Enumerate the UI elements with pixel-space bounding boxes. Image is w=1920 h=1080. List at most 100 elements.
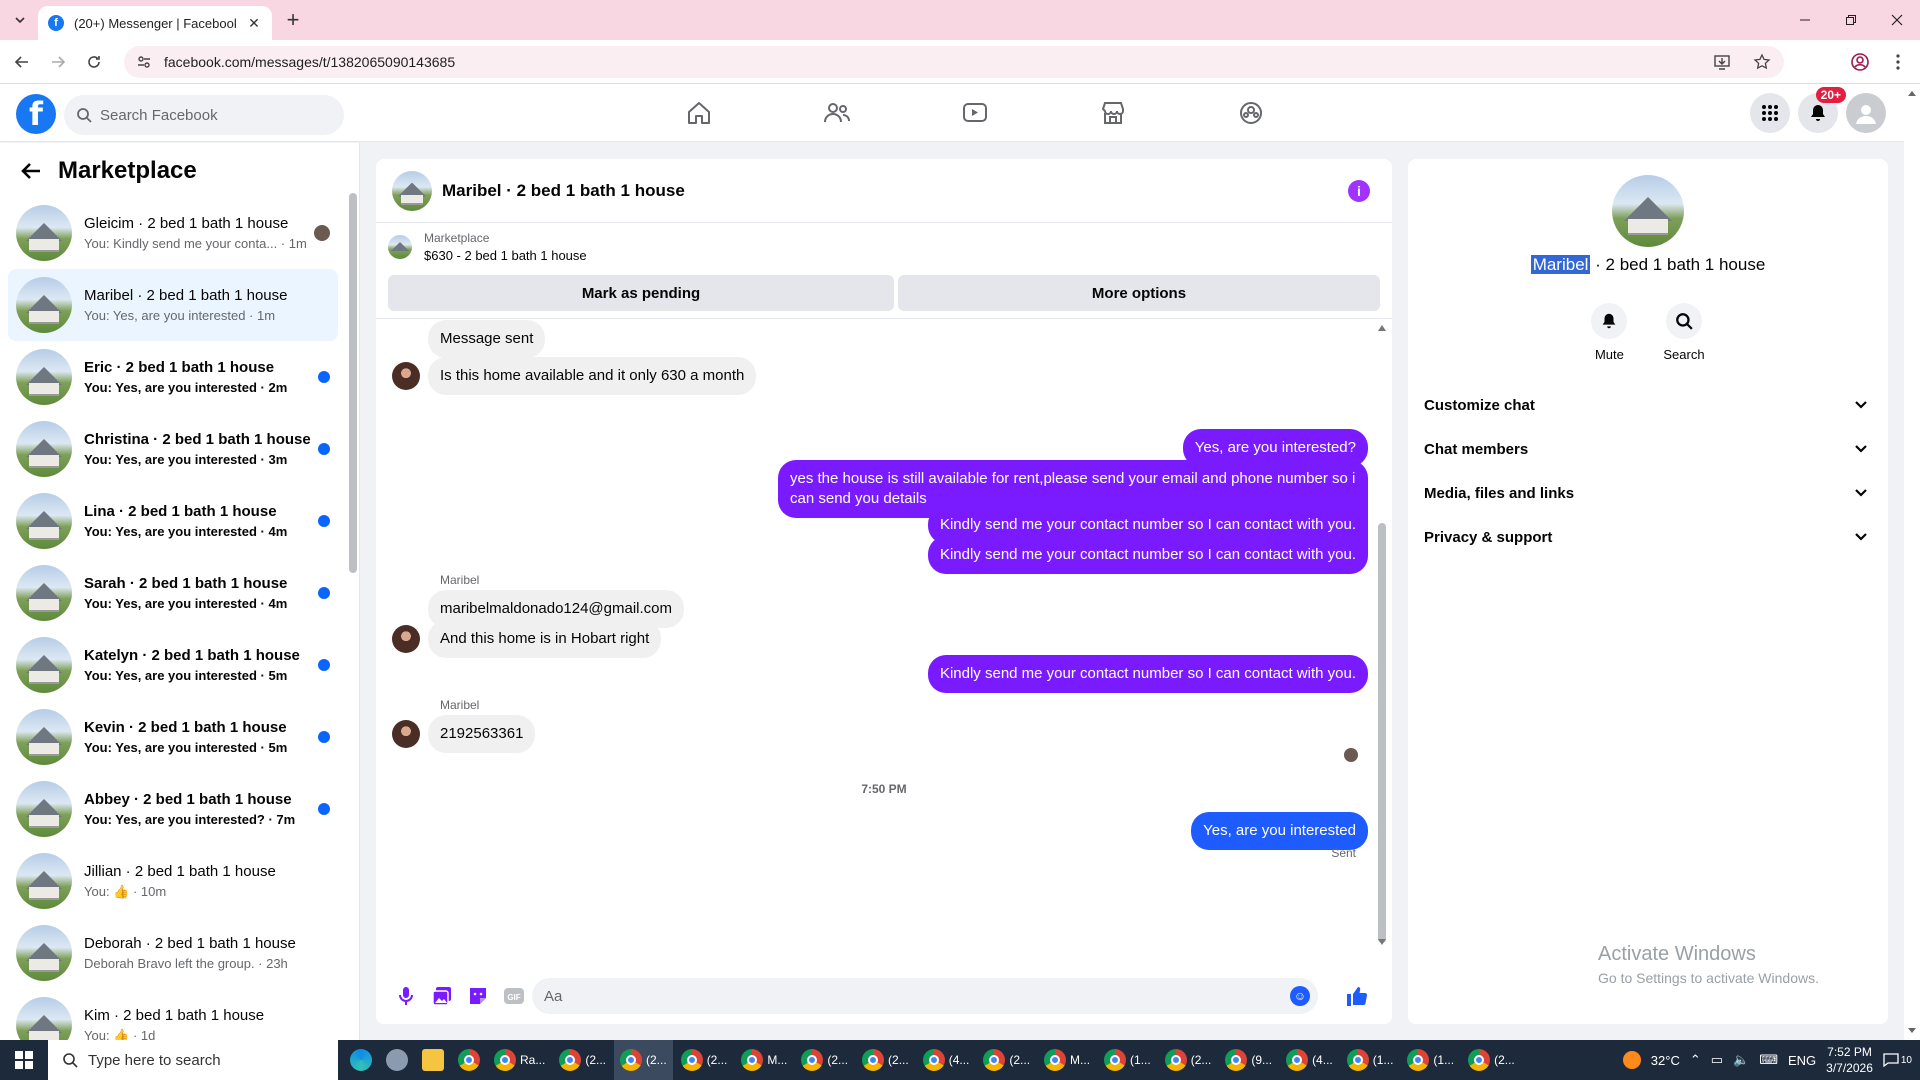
nav-groups[interactable] <box>1182 84 1320 142</box>
voice-clip-button[interactable] <box>388 978 424 1014</box>
gif-button[interactable]: GIF <box>496 978 532 1014</box>
scroll-up-icon[interactable] <box>1904 88 1920 98</box>
chat-item[interactable]: Kim · 2 bed 1 bath 1 house You: 👍 · 1d <box>8 989 338 1040</box>
taskbar-chrome-window[interactable]: (2... <box>553 1040 612 1080</box>
sender-avatar[interactable] <box>392 720 420 748</box>
thread-scrollbar[interactable] <box>1378 325 1386 945</box>
scroll-up-icon[interactable] <box>1378 325 1386 331</box>
clock[interactable]: 7:52 PM 3/7/2026 <box>1826 1044 1873 1076</box>
taskbar-chrome-window[interactable]: (2... <box>795 1040 854 1080</box>
sticker-button[interactable] <box>460 978 496 1014</box>
chat-item[interactable]: Eric · 2 bed 1 bath 1 house You: Yes, are… <box>8 341 338 413</box>
taskbar-chrome-window[interactable]: (2... <box>1159 1040 1218 1080</box>
taskbar-chrome-window[interactable]: (1... <box>1098 1040 1157 1080</box>
chat-item[interactable]: Kevin · 2 bed 1 bath 1 house You: Yes, ar… <box>8 701 338 773</box>
mark-as-pending-button[interactable]: Mark as pending <box>388 275 894 311</box>
chat-item[interactable]: Gleicim · 2 bed 1 bath 1 house You: Kindl… <box>8 197 338 269</box>
notifications-button[interactable]: 20+ <box>1798 87 1846 133</box>
new-tab-button[interactable]: + <box>282 9 304 32</box>
close-tab-icon[interactable]: ✕ <box>246 15 262 31</box>
site-info-icon[interactable] <box>136 54 152 70</box>
info-icon[interactable]: i <box>1348 180 1370 202</box>
taskbar-search[interactable] <box>48 1040 338 1080</box>
browser-menu-button[interactable] <box>1886 50 1910 74</box>
back-arrow-button[interactable] <box>18 158 44 184</box>
nav-marketplace[interactable] <box>1044 84 1182 142</box>
notification-center-button[interactable]: 10 <box>1883 1053 1912 1067</box>
message-input-container[interactable]: ☺ <box>532 978 1318 1014</box>
mute-circle[interactable] <box>1591 303 1628 339</box>
nav-video[interactable] <box>906 84 1044 142</box>
facebook-search-input[interactable] <box>100 106 320 124</box>
taskbar-chrome-window[interactable]: (4... <box>1280 1040 1339 1080</box>
taskbar-edge[interactable] <box>344 1040 378 1080</box>
attach-media-button[interactable] <box>424 978 460 1014</box>
message-outgoing[interactable]: Kindly send me your contact number so I … <box>927 655 1368 693</box>
network-icon[interactable]: ▭ <box>1711 1052 1723 1068</box>
taskbar-chrome[interactable] <box>452 1040 486 1080</box>
chat-item[interactable]: Lina · 2 bed 1 bath 1 house You: Yes, are… <box>8 485 338 557</box>
restore-window-button[interactable] <box>1828 8 1874 32</box>
chat-item[interactable]: Sarah · 2 bed 1 bath 1 house You: Yes, ar… <box>8 557 338 629</box>
message-outgoing-last[interactable]: Yes, are you interested <box>1191 812 1368 850</box>
message-incoming[interactable]: Is this home available and it only 630 a… <box>428 357 757 395</box>
scroll-down-icon[interactable] <box>1904 1026 1920 1036</box>
taskbar-chrome-window[interactable]: M... <box>1038 1040 1096 1080</box>
account-avatar[interactable] <box>1846 93 1886 133</box>
start-button[interactable] <box>0 1040 48 1080</box>
omnibox[interactable]: facebook.com/messages/t/1382065090143685 <box>124 46 1784 78</box>
bookmark-button[interactable] <box>1750 50 1774 74</box>
minimize-window-button[interactable] <box>1782 8 1828 32</box>
menu-customize-chat[interactable]: Customize chat <box>1424 383 1872 427</box>
language-indicator[interactable]: ENG <box>1788 1053 1816 1068</box>
taskbar-chrome-window[interactable]: (1... <box>1341 1040 1400 1080</box>
message-outgoing[interactable]: Kindly send me your contact number so I … <box>927 536 1368 574</box>
chevron-up-icon[interactable]: ⌃ <box>1690 1052 1701 1068</box>
taskbar-chrome-window[interactable]: (9... <box>1219 1040 1278 1080</box>
menu-chat-members[interactable]: Chat members <box>1424 427 1872 471</box>
tab-list-button[interactable] <box>8 8 32 32</box>
nav-home[interactable] <box>630 84 768 142</box>
taskbar-settings-app[interactable] <box>380 1040 414 1080</box>
listing-avatar[interactable] <box>1612 175 1684 247</box>
facebook-search[interactable] <box>64 95 344 135</box>
message-incoming[interactable]: Message sent <box>428 320 546 358</box>
message-incoming[interactable]: And this home is in Hobart right <box>428 620 662 658</box>
install-app-button[interactable] <box>1710 50 1734 74</box>
listing-thumbnail[interactable] <box>392 170 432 211</box>
mute-button[interactable]: Mute <box>1591 303 1628 362</box>
profile-button[interactable] <box>1848 50 1872 74</box>
taskbar-chrome-window[interactable]: (2... <box>1462 1040 1521 1080</box>
scroll-down-icon[interactable] <box>1378 939 1386 945</box>
search-in-conversation-button[interactable]: Search <box>1663 303 1705 362</box>
temperature[interactable]: 32°C <box>1651 1053 1680 1068</box>
nav-friends[interactable] <box>768 84 906 142</box>
taskbar-chrome-window[interactable]: (4... <box>917 1040 976 1080</box>
scrollbar-thumb[interactable] <box>1378 523 1386 943</box>
chat-item[interactable]: Christina · 2 bed 1 bath 1 house You: Yes… <box>8 413 338 485</box>
page-scrollbar[interactable] <box>1904 84 1920 1040</box>
facebook-logo-icon[interactable]: f <box>16 94 56 134</box>
taskbar-chrome-window[interactable]: (2... <box>614 1040 673 1080</box>
volume-icon[interactable]: 🔈 <box>1733 1052 1749 1068</box>
message-input[interactable] <box>544 987 1264 1005</box>
sender-avatar[interactable] <box>392 362 420 390</box>
chat-item[interactable]: Abbey · 2 bed 1 bath 1 house You: Yes, ar… <box>8 773 338 845</box>
reload-button[interactable] <box>82 50 106 74</box>
close-window-button[interactable] <box>1874 8 1920 32</box>
taskbar-chrome-window[interactable]: (2... <box>856 1040 915 1080</box>
menu-media-files-links[interactable]: Media, files and links <box>1424 471 1872 515</box>
send-like-button[interactable] <box>1338 978 1374 1014</box>
taskbar-search-input[interactable] <box>88 1051 318 1069</box>
menu-privacy-support[interactable]: Privacy & support <box>1424 515 1872 559</box>
more-options-button[interactable]: More options <box>898 275 1380 311</box>
chat-item[interactable]: Jillian · 2 bed 1 bath 1 house You: 👍 · 1… <box>8 845 338 917</box>
taskbar-chrome-window[interactable]: (2... <box>675 1040 734 1080</box>
chat-item[interactable]: Deborah · 2 bed 1 bath 1 house Deborah Br… <box>8 917 338 989</box>
chat-item[interactable]: Maribel · 2 bed 1 bath 1 house You: Yes, … <box>8 269 338 341</box>
chat-item[interactable]: Katelyn · 2 bed 1 bath 1 house You: Yes, … <box>8 629 338 701</box>
browser-tab-messenger[interactable]: f (20+) Messenger | Facebook ✕ <box>38 6 272 40</box>
keyboard-icon[interactable]: ⌨ <box>1759 1052 1778 1068</box>
chat-list-scrollbar[interactable] <box>349 193 357 573</box>
search-circle[interactable] <box>1665 303 1702 339</box>
